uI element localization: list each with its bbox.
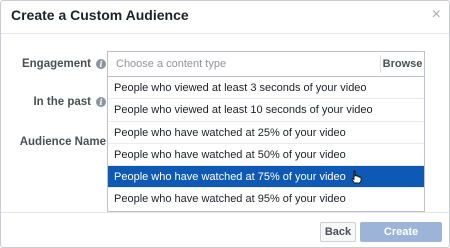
content-type-placeholder[interactable]: Choose a content type [116,58,226,70]
engagement-label: Engagement [21,58,91,70]
close-icon[interactable]: × [432,6,441,24]
content-type-select[interactable]: Choose a content type Browse [107,51,425,77]
engagement-label-row: Engagement i [22,58,106,70]
create-audience-button[interactable]: Create Audience [360,222,442,247]
dropdown-option[interactable]: People who viewed at least 3 seconds of … [108,77,424,100]
dialog-header: Create a Custom Audience × [1,1,449,34]
in-the-past-label: In the past [33,96,91,108]
hand-cursor-icon [351,170,362,184]
audience-name-label: Audience Name [19,136,106,148]
dialog-footer: Back Create Audience [1,212,449,247]
dialog-body: Engagement i In the past i Audience Name… [1,34,449,212]
dropdown-option-label: People who have watched at 75% of your v… [114,171,346,184]
custom-audience-dialog: Create a Custom Audience × Engagement i … [0,0,450,248]
dropdown-option[interactable]: People who viewed at least 10 seconds of… [108,99,424,122]
dropdown-option[interactable]: People who have watched at 95% of your v… [108,188,424,210]
dropdown-option[interactable]: People who have watched at 50% of your v… [108,144,424,167]
in-the-past-label-row: In the past i [33,96,106,108]
dropdown-option[interactable]: People who have watched at 25% of your v… [108,122,424,144]
back-button[interactable]: Back [320,222,356,242]
audience-name-label-row: Audience Name [20,136,106,148]
info-icon[interactable]: i [96,97,106,107]
dropdown-option-highlighted[interactable]: People who have watched at 75% of your v… [108,166,424,189]
info-icon[interactable]: i [96,59,106,69]
dialog-title: Create a Custom Audience [11,7,189,23]
content-type-dropdown: People who viewed at least 3 seconds of … [107,77,425,212]
browse-button[interactable]: Browse [380,55,424,73]
